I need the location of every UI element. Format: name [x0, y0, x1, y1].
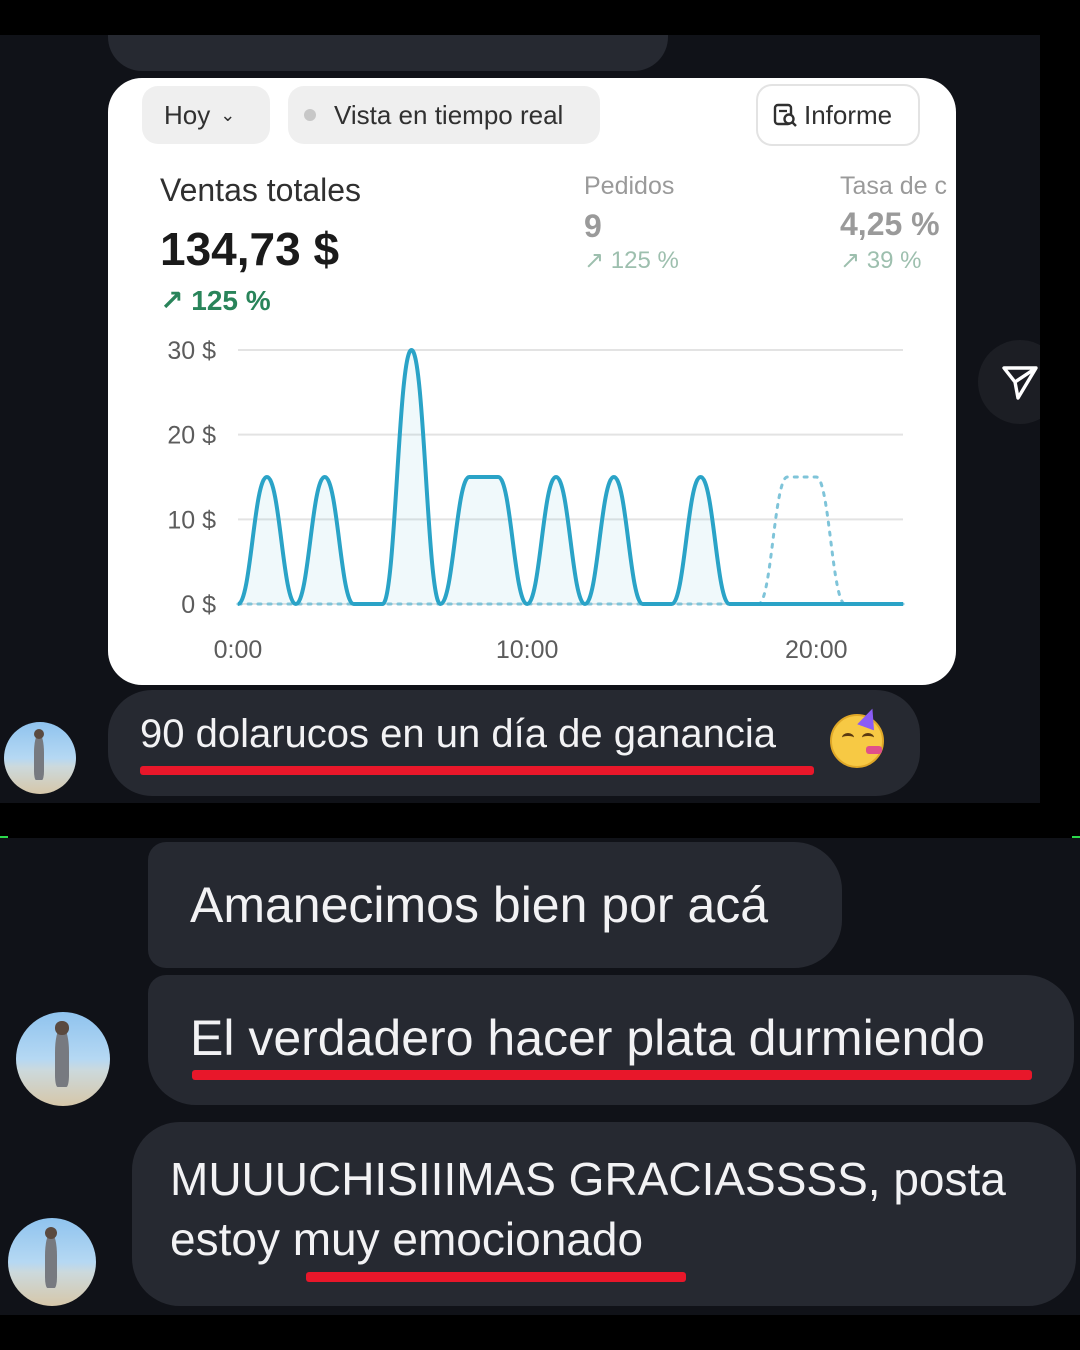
message-text-line2: estoy muy emocionado — [170, 1213, 644, 1265]
y-tick-label: 30 $ — [167, 337, 216, 365]
highlight-underline — [306, 1272, 686, 1282]
highlight-underline — [192, 1070, 1032, 1080]
date-filter-button[interactable]: Hoy ⌄ — [142, 86, 270, 144]
analytics-screenshot-card[interactable]: Hoy ⌄ Vista en tiempo real Informe Venta… — [108, 78, 956, 685]
total-sales-value: 134,73 $ — [160, 223, 340, 275]
avatar-head — [44, 1226, 58, 1240]
avatar-head — [34, 729, 45, 740]
caption-message-text: 90 dolarucos en un día de ganancia — [140, 712, 777, 756]
message-text: El verdadero hacer plata durmiendo — [190, 1010, 985, 1066]
caption-message-bubble[interactable]: 90 dolarucos en un día de ganancia — [108, 690, 920, 796]
orders-change: ↗ 125 % — [584, 246, 679, 275]
x-tick-label: 20:00 — [785, 636, 848, 664]
message-bubble[interactable]: Amanecimos bien por acá — [148, 842, 842, 968]
trend-up-icon: ↗ — [840, 247, 861, 274]
live-dot-icon — [304, 109, 316, 121]
party-horn — [866, 746, 882, 754]
x-tick-label: 10:00 — [496, 636, 559, 664]
orders-value: 9 — [584, 208, 602, 244]
total-sales-change: ↗ 125 % — [160, 284, 271, 317]
sales-line-chart: 30 $ 20 $ 10 $ 0 $ 0:00 10:00 20:00 — [167, 337, 905, 664]
trend-up-icon: ↗ — [160, 285, 184, 316]
orders-change-value: 125 % — [610, 247, 679, 274]
highlight-underline — [140, 766, 814, 775]
conversion-rate-label: Tasa de c — [840, 172, 948, 200]
live-view-button[interactable]: Vista en tiempo real — [288, 86, 600, 144]
previous-message-bubble[interactable] — [108, 35, 668, 71]
chat-panel-top: Hoy ⌄ Vista en tiempo real Informe Venta… — [0, 35, 1040, 803]
avatar-head — [55, 1021, 69, 1035]
message-bubble[interactable]: MUUUCHISIIIMAS GRACIASSSS, posta estoy m… — [132, 1122, 1076, 1306]
share-button[interactable] — [978, 340, 1040, 424]
avatar-figure — [55, 1028, 69, 1088]
total-sales-label: Ventas totales — [160, 172, 362, 208]
live-view-label: Vista en tiempo real — [334, 99, 564, 130]
x-tick-label: 0:00 — [214, 636, 263, 664]
message-text-line1: MUUUCHISIIIMAS GRACIASSSS, posta — [170, 1153, 1006, 1205]
y-tick-label: 10 $ — [167, 506, 216, 534]
chevron-down-icon: ⌄ — [220, 104, 236, 125]
y-tick-label: 0 $ — [181, 591, 216, 619]
avatar[interactable] — [8, 1218, 96, 1306]
chat-panel-bottom: Amanecimos bien por acá El verdadero hac… — [0, 838, 1080, 1315]
report-label: Informe — [804, 99, 893, 130]
report-search-icon — [773, 103, 797, 127]
conversion-rate-change-value: 39 % — [866, 247, 922, 274]
avatar[interactable] — [4, 722, 76, 794]
total-sales-change-value: 125 % — [191, 285, 271, 316]
report-button[interactable]: Informe — [756, 84, 920, 146]
avatar-figure — [44, 1233, 58, 1289]
chart-x-axis: 0:00 10:00 20:00 — [214, 636, 848, 664]
party-hat — [857, 706, 881, 731]
avatar[interactable] — [16, 1012, 110, 1106]
orders-label: Pedidos — [584, 172, 675, 200]
trend-up-icon: ↗ — [584, 247, 605, 274]
partying-face-emoji-icon — [830, 714, 884, 768]
avatar-figure — [34, 734, 45, 780]
message-bubble[interactable]: El verdadero hacer plata durmiendo — [148, 975, 1074, 1105]
message-text: Amanecimos bien por acá — [190, 877, 769, 933]
chart-y-axis: 30 $ 20 $ 10 $ 0 $ — [167, 337, 216, 619]
chart-series-group — [236, 347, 905, 607]
conversion-rate-value: 4,25 % — [840, 206, 940, 242]
conversion-rate-change: ↗ 39 % — [840, 246, 921, 275]
send-icon — [1002, 366, 1038, 400]
y-tick-label: 20 $ — [167, 422, 216, 450]
date-filter-label: Hoy — [164, 99, 211, 130]
